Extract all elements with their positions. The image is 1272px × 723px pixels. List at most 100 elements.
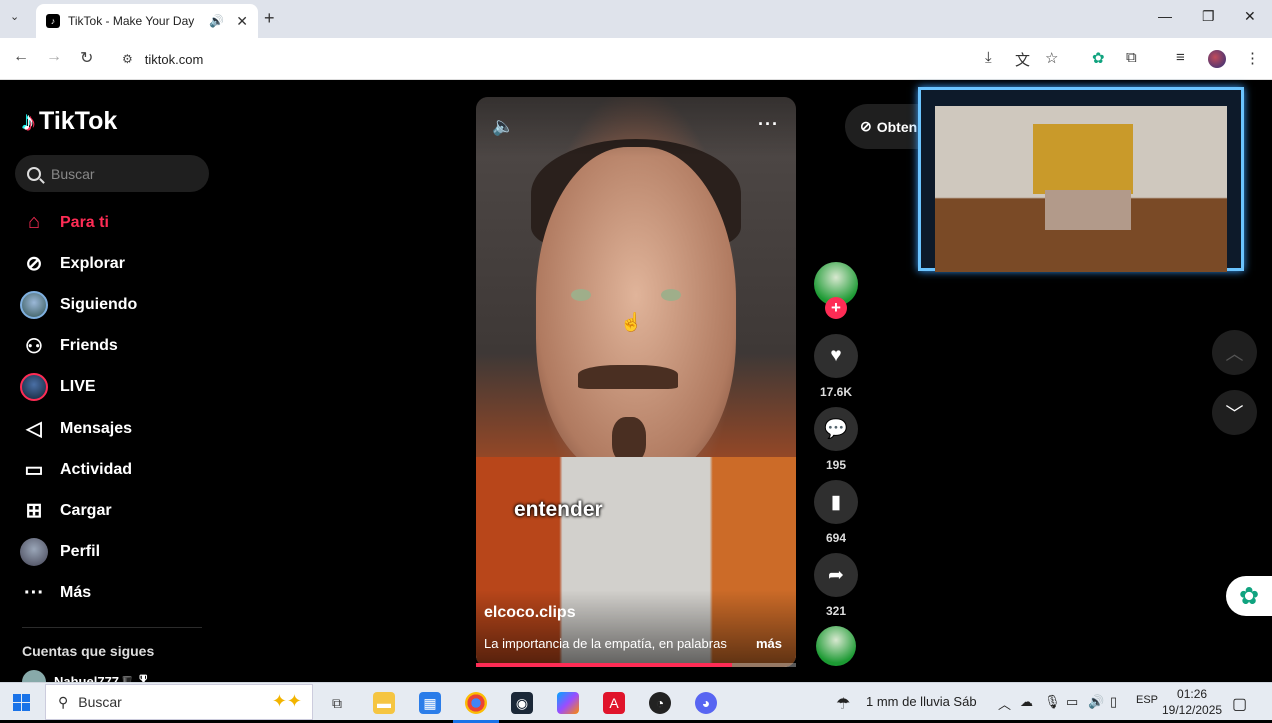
sidebar-item-explorar[interactable]: ⊘ Explorar bbox=[0, 243, 220, 284]
chrome-icon[interactable] bbox=[453, 692, 499, 723]
back-icon[interactable]: ← bbox=[13, 48, 29, 66]
bookmark-icon: ▮ bbox=[814, 480, 858, 524]
sidebar-item-actividad[interactable]: ▭ Actividad bbox=[0, 449, 220, 490]
file-explorer-icon[interactable]: ▬ bbox=[373, 692, 395, 714]
browser-profile-avatar[interactable] bbox=[1208, 50, 1226, 68]
chatgpt-floating-icon[interactable]: ✿ bbox=[1226, 576, 1272, 616]
weather-icon[interactable]: ☂ bbox=[836, 694, 850, 714]
get-app-button[interactable]: ⊘ Obten bbox=[845, 104, 925, 149]
follow-plus-button[interactable]: + bbox=[825, 297, 847, 319]
sidebar-item-cargar[interactable]: ⊞ Cargar bbox=[0, 490, 220, 531]
video-progress-bar[interactable] bbox=[476, 663, 796, 667]
previous-video-button[interactable]: ︿ bbox=[1212, 330, 1257, 375]
video-frame-mustache bbox=[578, 365, 678, 389]
like-action[interactable]: ♥ 17.6K bbox=[814, 334, 858, 399]
profile-avatar bbox=[20, 538, 48, 567]
tab-search-chevron-icon[interactable]: ⌄ bbox=[10, 10, 19, 23]
taskbar-clock[interactable]: 01:26 19/12/2025 bbox=[1162, 686, 1222, 718]
close-window-button[interactable]: ✕ bbox=[1244, 8, 1256, 25]
save-action[interactable]: ▮ 694 bbox=[814, 480, 858, 545]
following-avatar bbox=[20, 290, 48, 319]
media-control-icon[interactable]: ≡ bbox=[1176, 49, 1185, 66]
search-icon bbox=[27, 166, 41, 181]
volume-tray-icon[interactable]: 🔊 bbox=[1088, 694, 1104, 710]
sidebar-item-mas[interactable]: ··· Más bbox=[0, 573, 220, 614]
activity-icon: ▭ bbox=[24, 459, 44, 482]
site-info-icon[interactable]: ⚙ bbox=[122, 52, 133, 66]
share-action[interactable]: ➦ 321 bbox=[814, 553, 858, 618]
sidebar-item-para-ti[interactable]: ⌂ Para ti bbox=[0, 202, 220, 243]
hand-cursor-icon: ☝ bbox=[620, 312, 643, 332]
copilot-sparkle-icon: ✦✦ bbox=[271, 691, 302, 711]
minimize-button[interactable]: — bbox=[1158, 8, 1172, 24]
battery-icon[interactable]: ▯ bbox=[1110, 694, 1117, 710]
upload-icon: ⊞ bbox=[25, 500, 43, 523]
reload-icon[interactable]: ↻ bbox=[80, 48, 93, 68]
url-field[interactable]: ⚙ tiktok.com bbox=[112, 44, 1072, 74]
copilot-icon[interactable] bbox=[557, 692, 579, 714]
windows-start-icon[interactable] bbox=[13, 694, 30, 711]
forward-icon[interactable]: → bbox=[46, 48, 62, 66]
translate-icon[interactable]: 文 bbox=[1015, 49, 1030, 70]
install-app-icon[interactable]: ⤓ bbox=[985, 49, 992, 66]
pip-frame-bed bbox=[1045, 190, 1131, 230]
restore-button[interactable]: ❐ bbox=[1202, 8, 1215, 25]
new-tab-button[interactable]: + bbox=[264, 8, 275, 29]
volume-icon[interactable]: 🔈 bbox=[492, 116, 514, 137]
discord-icon[interactable]: ◕ bbox=[695, 692, 717, 714]
see-more-link[interactable]: más bbox=[756, 636, 782, 651]
video-player[interactable] bbox=[476, 97, 796, 667]
browser-tab[interactable]: ♪ TikTok - Make Your Day 🔊 ✕ bbox=[36, 4, 258, 38]
adobe-icon[interactable]: A bbox=[603, 692, 625, 714]
clock-date: 19/12/2025 bbox=[1162, 703, 1223, 717]
sidebar-item-label: Más bbox=[60, 584, 92, 602]
sidebar-item-perfil[interactable]: Perfil bbox=[0, 532, 220, 573]
sidebar-item-label: Mensajes bbox=[60, 419, 133, 437]
friends-icon: ⚇ bbox=[25, 335, 43, 358]
video-author[interactable]: elcoco.clips bbox=[484, 604, 576, 622]
bookmark-star-icon[interactable]: ☆ bbox=[1045, 49, 1058, 67]
comment-icon: 💬 bbox=[814, 407, 858, 451]
microphone-icon[interactable]: 🎙 bbox=[1044, 694, 1061, 710]
search-input[interactable]: Buscar bbox=[15, 155, 209, 192]
taskbar-search-input[interactable]: ⚲ Buscar ✦✦ bbox=[45, 684, 313, 720]
sidebar-nav: ⌂ Para ti ⊘ Explorar Siguiendo ⚇ Friends… bbox=[0, 202, 220, 614]
tiktok-favicon-icon: ♪ bbox=[46, 14, 60, 28]
notifications-icon[interactable]: ▢ bbox=[1232, 694, 1247, 714]
next-video-button[interactable]: ﹀ bbox=[1212, 390, 1257, 435]
task-view-icon[interactable]: ⧉ bbox=[326, 692, 348, 714]
comment-count: 195 bbox=[825, 458, 847, 472]
steam-icon[interactable]: ◉ bbox=[511, 692, 533, 714]
tab-audio-icon[interactable]: 🔊 bbox=[209, 14, 224, 28]
url-text: tiktok.com bbox=[144, 51, 204, 67]
sidebar-item-friends[interactable]: ⚇ Friends bbox=[0, 326, 220, 367]
menu-icon[interactable]: ⋮ bbox=[1245, 49, 1260, 67]
store-icon[interactable]: ▦ bbox=[419, 692, 441, 714]
search-icon: ⚲ bbox=[58, 693, 69, 710]
picture-in-picture-window[interactable] bbox=[918, 87, 1244, 272]
more-icon: ··· bbox=[24, 581, 44, 604]
video-more-options-icon[interactable]: ··· bbox=[758, 114, 779, 135]
tab-close-icon[interactable]: ✕ bbox=[236, 13, 248, 30]
sidebar-item-label: Friends bbox=[60, 337, 118, 355]
video-frame-eye-left bbox=[571, 289, 591, 301]
tray-overflow-icon[interactable]: ︿ bbox=[998, 694, 1011, 713]
sidebar-item-mensajes[interactable]: ◁ Mensajes bbox=[0, 408, 220, 449]
send-icon: ◁ bbox=[26, 418, 42, 441]
sidebar-item-label: LIVE bbox=[60, 378, 96, 396]
sidebar-item-label: Siguiendo bbox=[60, 295, 138, 313]
chatgpt-extension-icon[interactable]: ✿ bbox=[1092, 49, 1105, 67]
performance-monitor-icon[interactable]: ◔ bbox=[649, 692, 671, 714]
sidebar-item-live[interactable]: LIVE bbox=[0, 367, 220, 408]
network-icon[interactable]: ▭ bbox=[1066, 694, 1078, 710]
music-disc-avatar[interactable] bbox=[816, 626, 856, 666]
comment-action[interactable]: 💬 195 bbox=[814, 407, 858, 472]
onedrive-icon[interactable]: ☁ bbox=[1020, 694, 1033, 710]
tiktok-logo[interactable]: ♪ TikTok bbox=[22, 106, 117, 137]
weather-text[interactable]: 1 mm de lluvia Sáb bbox=[866, 694, 977, 709]
language-indicator[interactable]: ESP bbox=[1136, 694, 1158, 706]
extensions-icon[interactable]: ⧉ bbox=[1126, 49, 1137, 66]
save-count: 694 bbox=[825, 531, 847, 545]
like-count: 17.6K bbox=[819, 385, 853, 399]
sidebar-item-siguiendo[interactable]: Siguiendo bbox=[0, 284, 220, 325]
